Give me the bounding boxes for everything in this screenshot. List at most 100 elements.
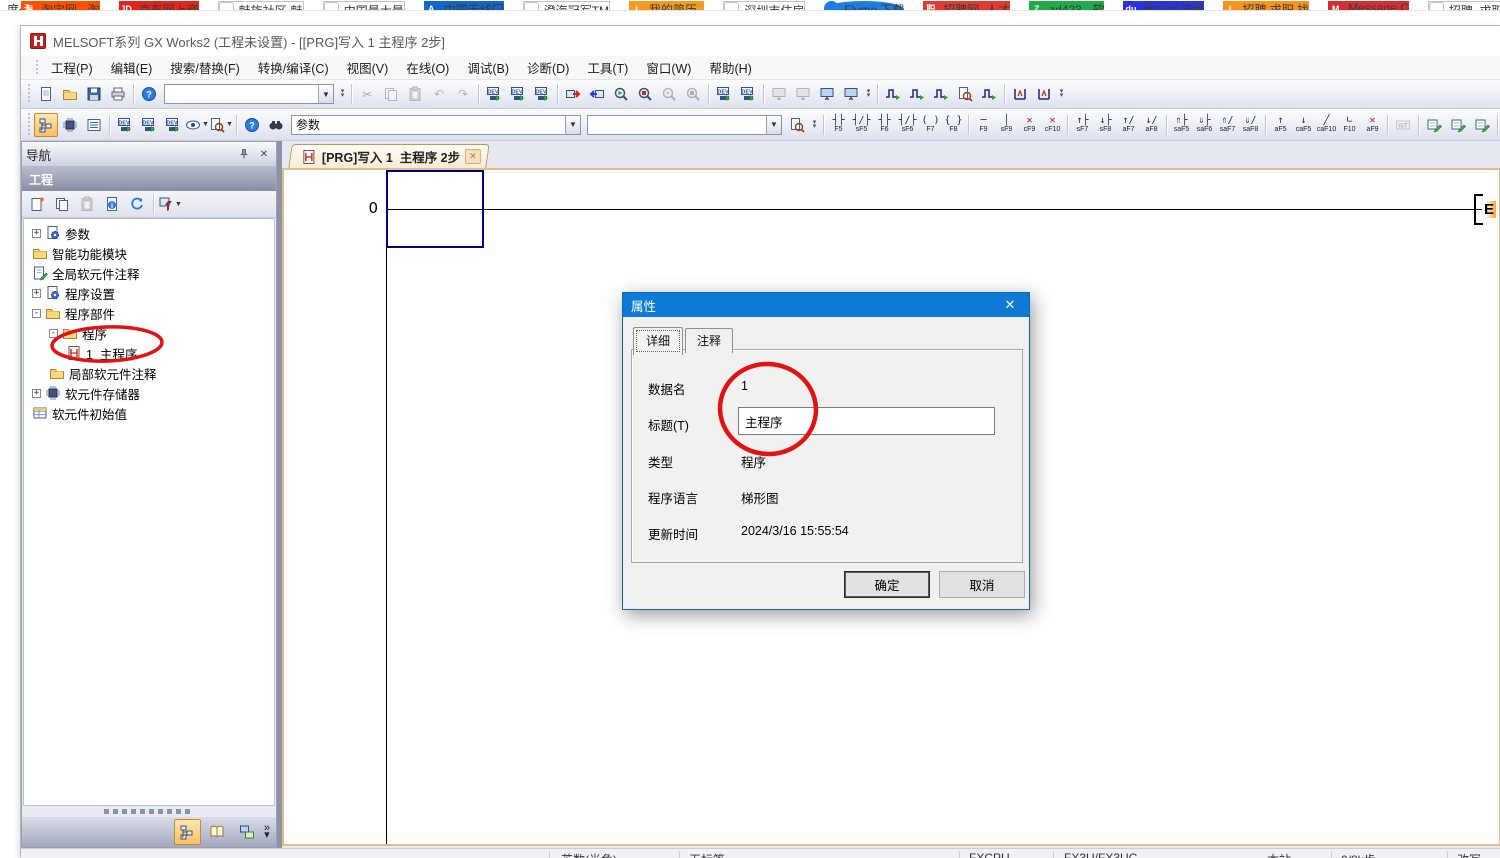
help-circle-button[interactable] xyxy=(240,113,264,137)
ladder-symbol-button[interactable]: ↑/ aF7 xyxy=(1117,111,1140,138)
tree-item[interactable]: - 程序 xyxy=(24,323,274,343)
toolbar-combobox[interactable]: 参数 ▼ xyxy=(291,115,581,135)
filter-sort-button[interactable]: ▼ xyxy=(158,192,182,216)
ladder-symbol-button[interactable]: ↑├ sF7 xyxy=(1071,111,1094,138)
ladder-symbol-button[interactable]: ┤├ F6 xyxy=(873,111,896,138)
device-find-button[interactable] xyxy=(482,82,506,106)
ladder-symbol-button[interactable]: ✕ cF9 xyxy=(1018,111,1041,138)
tree-item[interactable]: 1 主程序 xyxy=(24,343,274,363)
ladder-symbol-button[interactable]: │ sF9 xyxy=(995,111,1018,138)
view-project-button[interactable] xyxy=(174,819,201,845)
tree-expander[interactable]: + xyxy=(32,229,41,238)
tree-item[interactable]: 软元件初始值 xyxy=(24,403,274,423)
menu-item[interactable]: 编辑(E) xyxy=(102,55,162,80)
toolbar-overflow-button[interactable]: ▾▾ xyxy=(863,83,874,105)
watch-find-button[interactable] xyxy=(953,82,977,106)
ladder-symbol-button[interactable]: ╱ caF10 xyxy=(1315,111,1338,138)
ladder-symbol-button[interactable]: ✕ cF10 xyxy=(1041,111,1064,138)
pin-icon[interactable] xyxy=(236,147,252,162)
page-mag-button[interactable] xyxy=(785,113,809,137)
toolbar-overflow-button[interactable]: ▾▾ xyxy=(809,114,820,136)
ladder-symbol-button[interactable]: ─ F9 xyxy=(972,111,995,138)
watch-register-button[interactable] xyxy=(905,82,929,106)
ladder-symbol-button[interactable]: ⇑/ saF7 xyxy=(1216,111,1239,138)
combobox-arrow-icon[interactable]: ▼ xyxy=(565,116,580,134)
bookmark-item[interactable]: du 图文并茂教 xyxy=(1123,1,1203,11)
remote-pause-button[interactable] xyxy=(815,82,839,106)
monitor-stop-button[interactable] xyxy=(633,82,657,106)
ladder-symbol-button[interactable]: ┤├ F5 xyxy=(827,111,850,138)
toolbar-combobox[interactable]: ▼ xyxy=(587,115,782,135)
new-data-button[interactable] xyxy=(25,192,49,216)
tree-item[interactable]: 局部软元件注释 xyxy=(24,363,274,383)
bookmark-item[interactable]: Z zd423 - 软 xyxy=(1029,1,1104,11)
plc-read-button[interactable] xyxy=(585,82,609,106)
verify-stop-button[interactable] xyxy=(681,82,705,106)
watch-go-button[interactable] xyxy=(977,82,1001,106)
save-floppy-button[interactable] xyxy=(82,82,106,106)
bookmark-item[interactable]: 澄海冠军TM xyxy=(523,1,610,11)
ladder-symbol-button[interactable]: ✕ aF9 xyxy=(1361,111,1384,138)
ladder-symbol-button[interactable]: ↓/ aF8 xyxy=(1140,111,1163,138)
paste-button[interactable] xyxy=(403,82,427,106)
title-input[interactable] xyxy=(738,407,995,435)
bookmark-item[interactable]: 职 招聘网_人才 xyxy=(923,1,1010,11)
scissors-button[interactable] xyxy=(355,82,379,106)
menu-item[interactable]: 搜索/替换(F) xyxy=(161,55,248,80)
dialog-titlebar[interactable]: 属性 ✕ xyxy=(623,293,1029,317)
tree-item[interactable]: + 程序设置 xyxy=(24,283,274,303)
ladder-symbol-button[interactable]: ┤/├ sF5 xyxy=(850,111,873,138)
bookmark-item[interactable]: JD 京东网上商 xyxy=(119,1,199,11)
bookmark-item[interactable]: 魅族社区-魅 xyxy=(218,1,304,11)
module-chip-button[interactable] xyxy=(58,113,82,137)
device-find-button[interactable] xyxy=(113,113,137,137)
bookmark-item[interactable]: j 我的简历 - xyxy=(629,1,704,11)
ladder-symbol-button[interactable]: ↓├ sF8 xyxy=(1094,111,1117,138)
combobox-arrow-icon[interactable]: ▼ xyxy=(766,116,781,134)
copy-data-button[interactable] xyxy=(50,192,74,216)
menu-item[interactable]: 诊断(D) xyxy=(518,55,578,80)
combobox-arrow-icon[interactable]: ▼ xyxy=(318,85,333,103)
device-table-button[interactable] xyxy=(137,113,161,137)
device-eye-button[interactable]: ▼ xyxy=(185,113,209,137)
remote-run-button[interactable] xyxy=(767,82,791,106)
bookmark-item[interactable]: j 招聘,求职,找 xyxy=(1223,1,1310,11)
toolbar-overflow-button[interactable]: ▾▾ xyxy=(1056,83,1067,105)
scale-red-button[interactable] xyxy=(1008,82,1032,106)
ladder-symbol-button[interactable]: ↓ caF5 xyxy=(1292,111,1315,138)
ladder-symbol-button[interactable]: ┤/├ sF6 xyxy=(896,111,919,138)
refresh-button[interactable] xyxy=(125,192,149,216)
binoculars-button[interactable] xyxy=(264,113,288,137)
ladder-symbol-button[interactable]: ⇑├ saF5 xyxy=(1170,111,1193,138)
close-icon[interactable]: ✕ xyxy=(256,147,272,162)
tree-expander[interactable]: - xyxy=(32,309,41,318)
bookmark-item[interactable]: Flyme 下载 xyxy=(824,1,904,11)
view-connection-button[interactable] xyxy=(234,819,261,845)
dialog-tab[interactable]: 详细 xyxy=(633,327,683,355)
toolbar-overflow-button[interactable]: ▾▾ xyxy=(337,83,348,105)
verify-button[interactable] xyxy=(657,82,681,106)
printer-button[interactable] xyxy=(106,82,130,106)
ladder-symbol-button[interactable]: ( ) F7 xyxy=(919,111,942,138)
remote-stop-button[interactable] xyxy=(791,82,815,106)
ladder-cursor[interactable] xyxy=(386,170,484,248)
bookmark-item[interactable]: A 中国无线门 xyxy=(424,1,504,11)
tree-item[interactable]: + 软元件存储器 xyxy=(24,383,274,403)
watch-pulse-button[interactable] xyxy=(929,82,953,106)
ladder-symbol-button[interactable]: ⇓/ saF8 xyxy=(1239,111,1262,138)
monitor-start-button[interactable] xyxy=(609,82,633,106)
tree-item[interactable]: 智能功能模块 xyxy=(24,243,274,263)
tree-expander[interactable]: + xyxy=(32,289,41,298)
ladder-symbol-button[interactable]: ∟ F10 xyxy=(1338,111,1361,138)
menu-item[interactable]: 视图(V) xyxy=(338,55,398,80)
menu-item[interactable]: 工具(T) xyxy=(578,55,637,80)
screen-button[interactable] xyxy=(839,82,863,106)
undo-button[interactable] xyxy=(427,82,451,106)
device-table-button[interactable] xyxy=(506,82,530,106)
scale-green-button[interactable] xyxy=(1032,82,1056,106)
cross-reference-button[interactable]: ▼ xyxy=(209,113,233,137)
bookmark-item[interactable]: 招聘_求职 xyxy=(1428,1,1500,11)
expand-views-button[interactable]: »▾ xyxy=(264,825,270,839)
dialog-close-icon[interactable]: ✕ xyxy=(991,293,1029,317)
menu-item[interactable]: 调试(B) xyxy=(458,55,518,80)
